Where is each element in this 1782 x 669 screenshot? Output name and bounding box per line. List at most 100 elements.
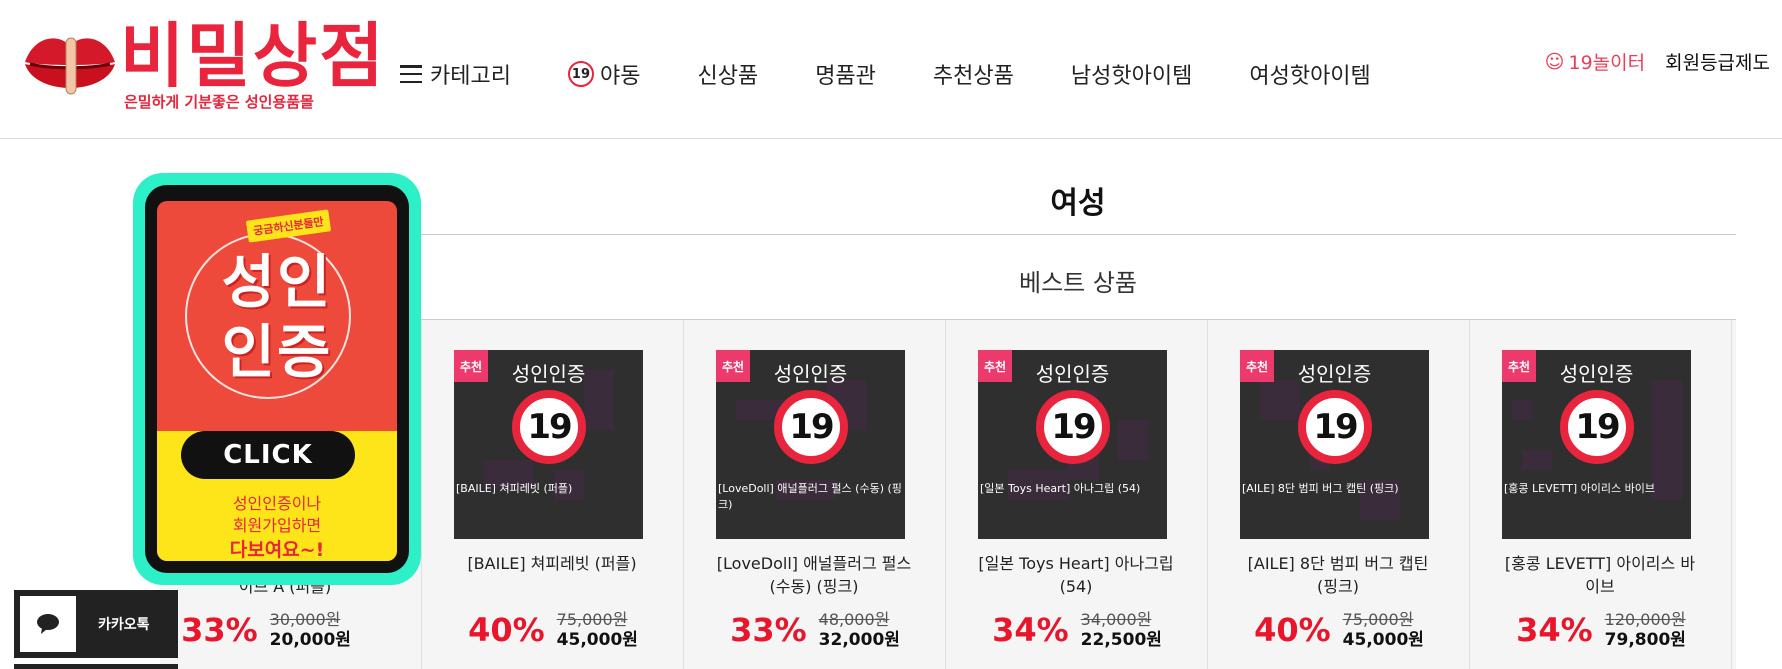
adult-auth-label: 성인인증: [1035, 362, 1110, 386]
prices: 75,000원 45,000원: [1343, 610, 1424, 650]
product-thumbnail[interactable]: 추천 성인인증 19 [홍콩 LEVETT] 아이리스 바이브: [1502, 350, 1691, 539]
pixel-block: [1512, 400, 1532, 420]
product-name[interactable]: [AILE] 8단 범피 버그 캡틴 (핑크): [1238, 552, 1438, 598]
nav-item-new[interactable]: 신상품: [697, 58, 758, 90]
nav-item-label: 명품관: [815, 64, 876, 89]
nav-item-label: 카테고리: [430, 64, 511, 89]
product-name[interactable]: [홍콩 LEVETT] 아이리스 바이브: [1500, 552, 1700, 598]
nav-item-men-hot[interactable]: 남성핫아이템: [1071, 58, 1192, 90]
price-row: 33% 48,000원 32,000원: [684, 610, 946, 650]
19-badge-icon: 19: [774, 390, 848, 464]
nav-item-category[interactable]: 카테고리: [400, 58, 511, 90]
original-price: 120,000원: [1604, 610, 1686, 629]
lips-logo-icon: [25, 37, 115, 95]
prices: 120,000원 79,800원: [1605, 610, 1686, 650]
nav-item-label: 남성핫아이템: [1070, 64, 1193, 89]
adult-auth-label: 성인인증: [1559, 362, 1634, 386]
price-row: 33% 30,000원 20,000원: [160, 610, 372, 650]
auth-banner-desc: 회원가입하면: [232, 516, 322, 535]
19-badge-icon: 19: [512, 390, 586, 464]
product-thumbnail[interactable]: 추천 성인인증 19 [BAILE] 쳐피레빗 (퍼플): [454, 350, 643, 539]
site-logo[interactable]: 비밀상점 은밀하게 기분좋은 성인용품몰: [20, 16, 384, 116]
product-thumbnail[interactable]: 추천 성인인증 19 [AILE] 8단 범피 버그 캡틴 (핑크): [1240, 350, 1429, 539]
playground-link[interactable]: ☺ 19놀이터: [1545, 48, 1645, 75]
member-grade-link[interactable]: 회원등급제도: [1665, 48, 1770, 75]
logo-title: 비밀상점: [120, 15, 386, 97]
thumbnail-caption: [AILE] 8단 범피 버그 캡틴 (핑크): [1242, 482, 1399, 495]
best-products-title: 베스트 상품: [1018, 269, 1138, 297]
nav-item-women-hot[interactable]: 여성핫아이템: [1249, 58, 1370, 90]
smile-icon: ☺: [1544, 50, 1565, 73]
original-price: 34,000원: [1080, 610, 1152, 629]
19-badge-icon: 19: [567, 61, 594, 87]
chat-bubble-icon: [37, 614, 59, 634]
thumbnail-caption: [BAILE] 쳐피레빗 (퍼플): [456, 482, 573, 495]
prices: 34,000원 22,500원: [1081, 610, 1162, 650]
product-thumbnail[interactable]: 추천 성인인증 19 [일본 Toys Heart] 아나그립 (54): [978, 350, 1167, 539]
discount-rate: 33%: [730, 611, 807, 649]
sale-price: 45,000원: [1342, 630, 1424, 650]
auth-banner-card: 궁금하신분들만 성인 인증 CLICK 성인인증이나 회원가입하면 다보여요~!: [157, 201, 397, 561]
auth-banner-desc: 성인인증이나: [232, 494, 322, 513]
site-header: 비밀상점 은밀하게 기분좋은 성인용품몰 카테고리 19 야동 신상품 명품관 …: [0, 0, 1782, 139]
product-name[interactable]: [BAILE] 쳐피레빗 (퍼플): [452, 552, 652, 575]
logo-subtitle: 은밀하게 기분좋은 성인용품몰: [124, 93, 314, 111]
thumbnail-caption: [홍콩 LEVETT] 아이리스 바이브: [1504, 482, 1655, 495]
19-badge-icon: 19: [1298, 390, 1372, 464]
product-card[interactable]: 추천 성인인증 19 [BAILE] 쳐피레빗 (퍼플) [BAILE] 쳐피레…: [422, 320, 684, 669]
kakaotalk-label: 카카오톡: [98, 617, 150, 633]
auth-banner-headline: 성인: [221, 248, 333, 316]
nav-item-recommended[interactable]: 추천상품: [933, 58, 1014, 90]
kakao-icon-box: [20, 596, 76, 652]
product-name[interactable]: [일본 Toys Heart] 아나그립 (54): [976, 552, 1176, 598]
discount-rate: 34%: [1516, 611, 1593, 649]
original-price: 75,000원: [1342, 610, 1414, 629]
main-nav: 카테고리 19 야동 신상품 명품관 추천상품 남성핫아이템 여성핫아이템: [400, 56, 1428, 92]
thumbnail-caption: [일본 Toys Heart] 아나그립 (54): [980, 482, 1141, 495]
product-thumbnail[interactable]: 추천 성인인증 19 [LoveDoll] 애널플러그 펄스 (수동) (핑크): [716, 350, 905, 539]
thumbnail-caption: [LoveDoll] 애널플러그 펄스 (수동) (핑크): [718, 482, 902, 511]
product-card[interactable]: 추천 성인인증 19 [일본 Toys Heart] 아나그립 (54) [일본…: [946, 320, 1208, 669]
nav-item-luxury[interactable]: 명품관: [815, 58, 876, 90]
nav-item-label: 추천상품: [932, 64, 1014, 89]
kakaotalk-button[interactable]: 카카오톡: [14, 590, 178, 658]
hamburger-icon: [400, 65, 422, 83]
nav-item-label: 여성핫아이템: [1249, 64, 1371, 89]
adult-auth-banner[interactable]: 궁금하신분들만 성인 인증 CLICK 성인인증이나 회원가입하면 다보여요~!: [133, 173, 421, 585]
sale-price: 32,000원: [818, 630, 900, 650]
product-card[interactable]: 추천 성인인증 19 [AILE] 8단 범피 버그 캡틴 (핑크) [AILE…: [1208, 320, 1470, 669]
discount-rate: 40%: [1254, 611, 1331, 649]
product-card[interactable]: 추천 성인인증 19 [LoveDoll] 애널플러그 펄스 (수동) (핑크)…: [684, 320, 946, 669]
discount-rate: 40%: [468, 611, 545, 649]
19-badge-icon: 19: [1036, 390, 1110, 464]
sale-price: 45,000원: [556, 630, 638, 650]
nav-item-yadong[interactable]: 19 야동: [567, 58, 640, 90]
price-row: 34% 120,000원 79,800원: [1470, 610, 1732, 650]
nav-item-label: 신상품: [697, 64, 759, 89]
adult-auth-label: 성인인증: [773, 362, 848, 386]
pixel-block: [1118, 420, 1148, 460]
price-row: 34% 34,000원 22,500원: [946, 610, 1208, 650]
auth-banner-desc: 다보여요~!: [229, 539, 325, 561]
original-price: 30,000원: [269, 610, 341, 629]
prices: 48,000원 32,000원: [819, 610, 900, 650]
page-title: 여성: [1050, 186, 1106, 221]
discount-rate: 34%: [992, 611, 1069, 649]
top-right-links: ☺ 19놀이터 회원등급제도: [1545, 48, 1770, 75]
auth-banner-frame: 궁금하신분들만 성인 인증 CLICK 성인인증이나 회원가입하면 다보여요~!: [145, 185, 409, 573]
19-badge-icon: 19: [1560, 390, 1634, 464]
original-price: 48,000원: [818, 610, 890, 629]
pixel-block: [1522, 450, 1552, 470]
price-row: 40% 75,000원 45,000원: [422, 610, 684, 650]
product-name[interactable]: [LoveDoll] 애널플러그 펄스 (수동) (핑크): [714, 552, 914, 598]
sale-price: 22,500원: [1080, 630, 1162, 650]
sale-price: 20,000원: [269, 630, 351, 650]
discount-rate: 33%: [181, 611, 258, 649]
sale-price: 79,800원: [1604, 630, 1686, 650]
divider: [420, 234, 1736, 235]
floating-bar: [14, 664, 178, 669]
product-card[interactable]: 추천 성인인증 19 [홍콩 LEVETT] 아이리스 바이브 [홍콩 LEVE…: [1470, 320, 1732, 669]
click-button[interactable]: CLICK: [181, 431, 355, 479]
prices: 30,000원 20,000원: [270, 610, 351, 650]
adult-auth-label: 성인인증: [1297, 362, 1372, 386]
